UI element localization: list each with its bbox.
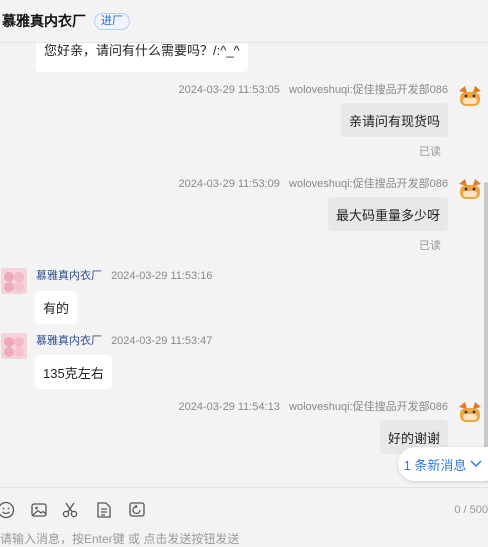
message-meta: 2024-03-29 11:53:09 woloveshuqi:促佳搜品开发部0… — [179, 175, 448, 191]
message-text: 有的 — [43, 301, 70, 316]
chat-area: 您好亲，请问有什么需要吗？/:^_^ 2024-03-29 11:53:05 w… — [0, 0, 488, 487]
message-meta: 慕雅真内衣厂 2024-03-29 11:53:16 — [36, 267, 212, 283]
message-input[interactable]: 请输入消息，按Enter键 或 点击发送按钮发送 — [0, 530, 239, 547]
history-icon[interactable] — [128, 501, 146, 519]
emoji-icon[interactable] — [0, 501, 15, 519]
scissors-icon[interactable] — [61, 501, 79, 519]
message-sender: 慕雅真内衣厂 — [36, 270, 102, 282]
new-messages-button[interactable]: 1 条新消息 — [398, 447, 488, 481]
agent-message-bubble: 有的 — [35, 291, 78, 324]
new-messages-label: 1 条新消息 — [403, 457, 467, 473]
chevron-down-icon — [470, 460, 482, 468]
shop-name[interactable]: 慕雅真内衣厂 — [2, 11, 86, 31]
message-text: 135克左右 — [43, 365, 104, 381]
shop-badge[interactable]: 进厂 — [94, 12, 130, 30]
message-input-area: 0 / 500 请输入消息，按Enter键 或 点击发送按钮发送 — [0, 487, 488, 547]
image-icon[interactable] — [30, 501, 48, 519]
message-sender: woloveshuqi:促佳搜品开发部086 — [289, 178, 448, 190]
message-meta: 2024-03-29 11:54:13 woloveshuqi:促佳搜品开发部0… — [179, 398, 448, 414]
message-time: 2024-03-29 11:54:13 — [178, 401, 280, 413]
read-status: 已读 — [419, 146, 441, 158]
message-time: 2024-03-29 11:53:09 — [178, 178, 280, 190]
shop-avatar[interactable] — [1, 268, 27, 294]
message-text: 亲请问有现货吗 — [348, 113, 440, 129]
user-avatar[interactable] — [457, 83, 483, 109]
user-message-bubble: 最大码重量多少呀 — [327, 197, 448, 231]
chat-header: 慕雅真内衣厂 进厂 — [0, 0, 488, 43]
chat-scrollbar[interactable] — [484, 182, 488, 482]
message-time: 2024-03-29 11:53:47 — [111, 335, 213, 347]
document-icon[interactable] — [95, 501, 113, 519]
user-message-bubble: 亲请问有现货吗 — [340, 103, 448, 137]
shop-avatar[interactable] — [1, 333, 27, 359]
message-meta: 2024-03-29 11:53:05 woloveshuqi:促佳搜品开发部0… — [179, 81, 448, 97]
message-sender: woloveshuqi:促佳搜品开发部086 — [289, 84, 448, 96]
char-counter: 0 / 500 — [454, 504, 488, 516]
message-sender: woloveshuqi:促佳搜品开发部086 — [289, 401, 448, 413]
agent-message-bubble: 135克左右 — [35, 355, 112, 389]
message-sender: 慕雅真内衣厂 — [36, 335, 102, 347]
message-text: 好的谢谢 — [387, 430, 440, 446]
message-text: 最大码重量多少呀 — [335, 207, 440, 223]
user-avatar[interactable] — [457, 176, 483, 202]
message-time: 2024-03-29 11:53:16 — [111, 270, 213, 282]
message-time: 2024-03-29 11:53:05 — [178, 84, 280, 96]
user-avatar[interactable] — [457, 399, 483, 425]
read-status: 已读 — [419, 240, 441, 252]
message-meta: 慕雅真内衣厂 2024-03-29 11:53:47 — [36, 332, 212, 348]
